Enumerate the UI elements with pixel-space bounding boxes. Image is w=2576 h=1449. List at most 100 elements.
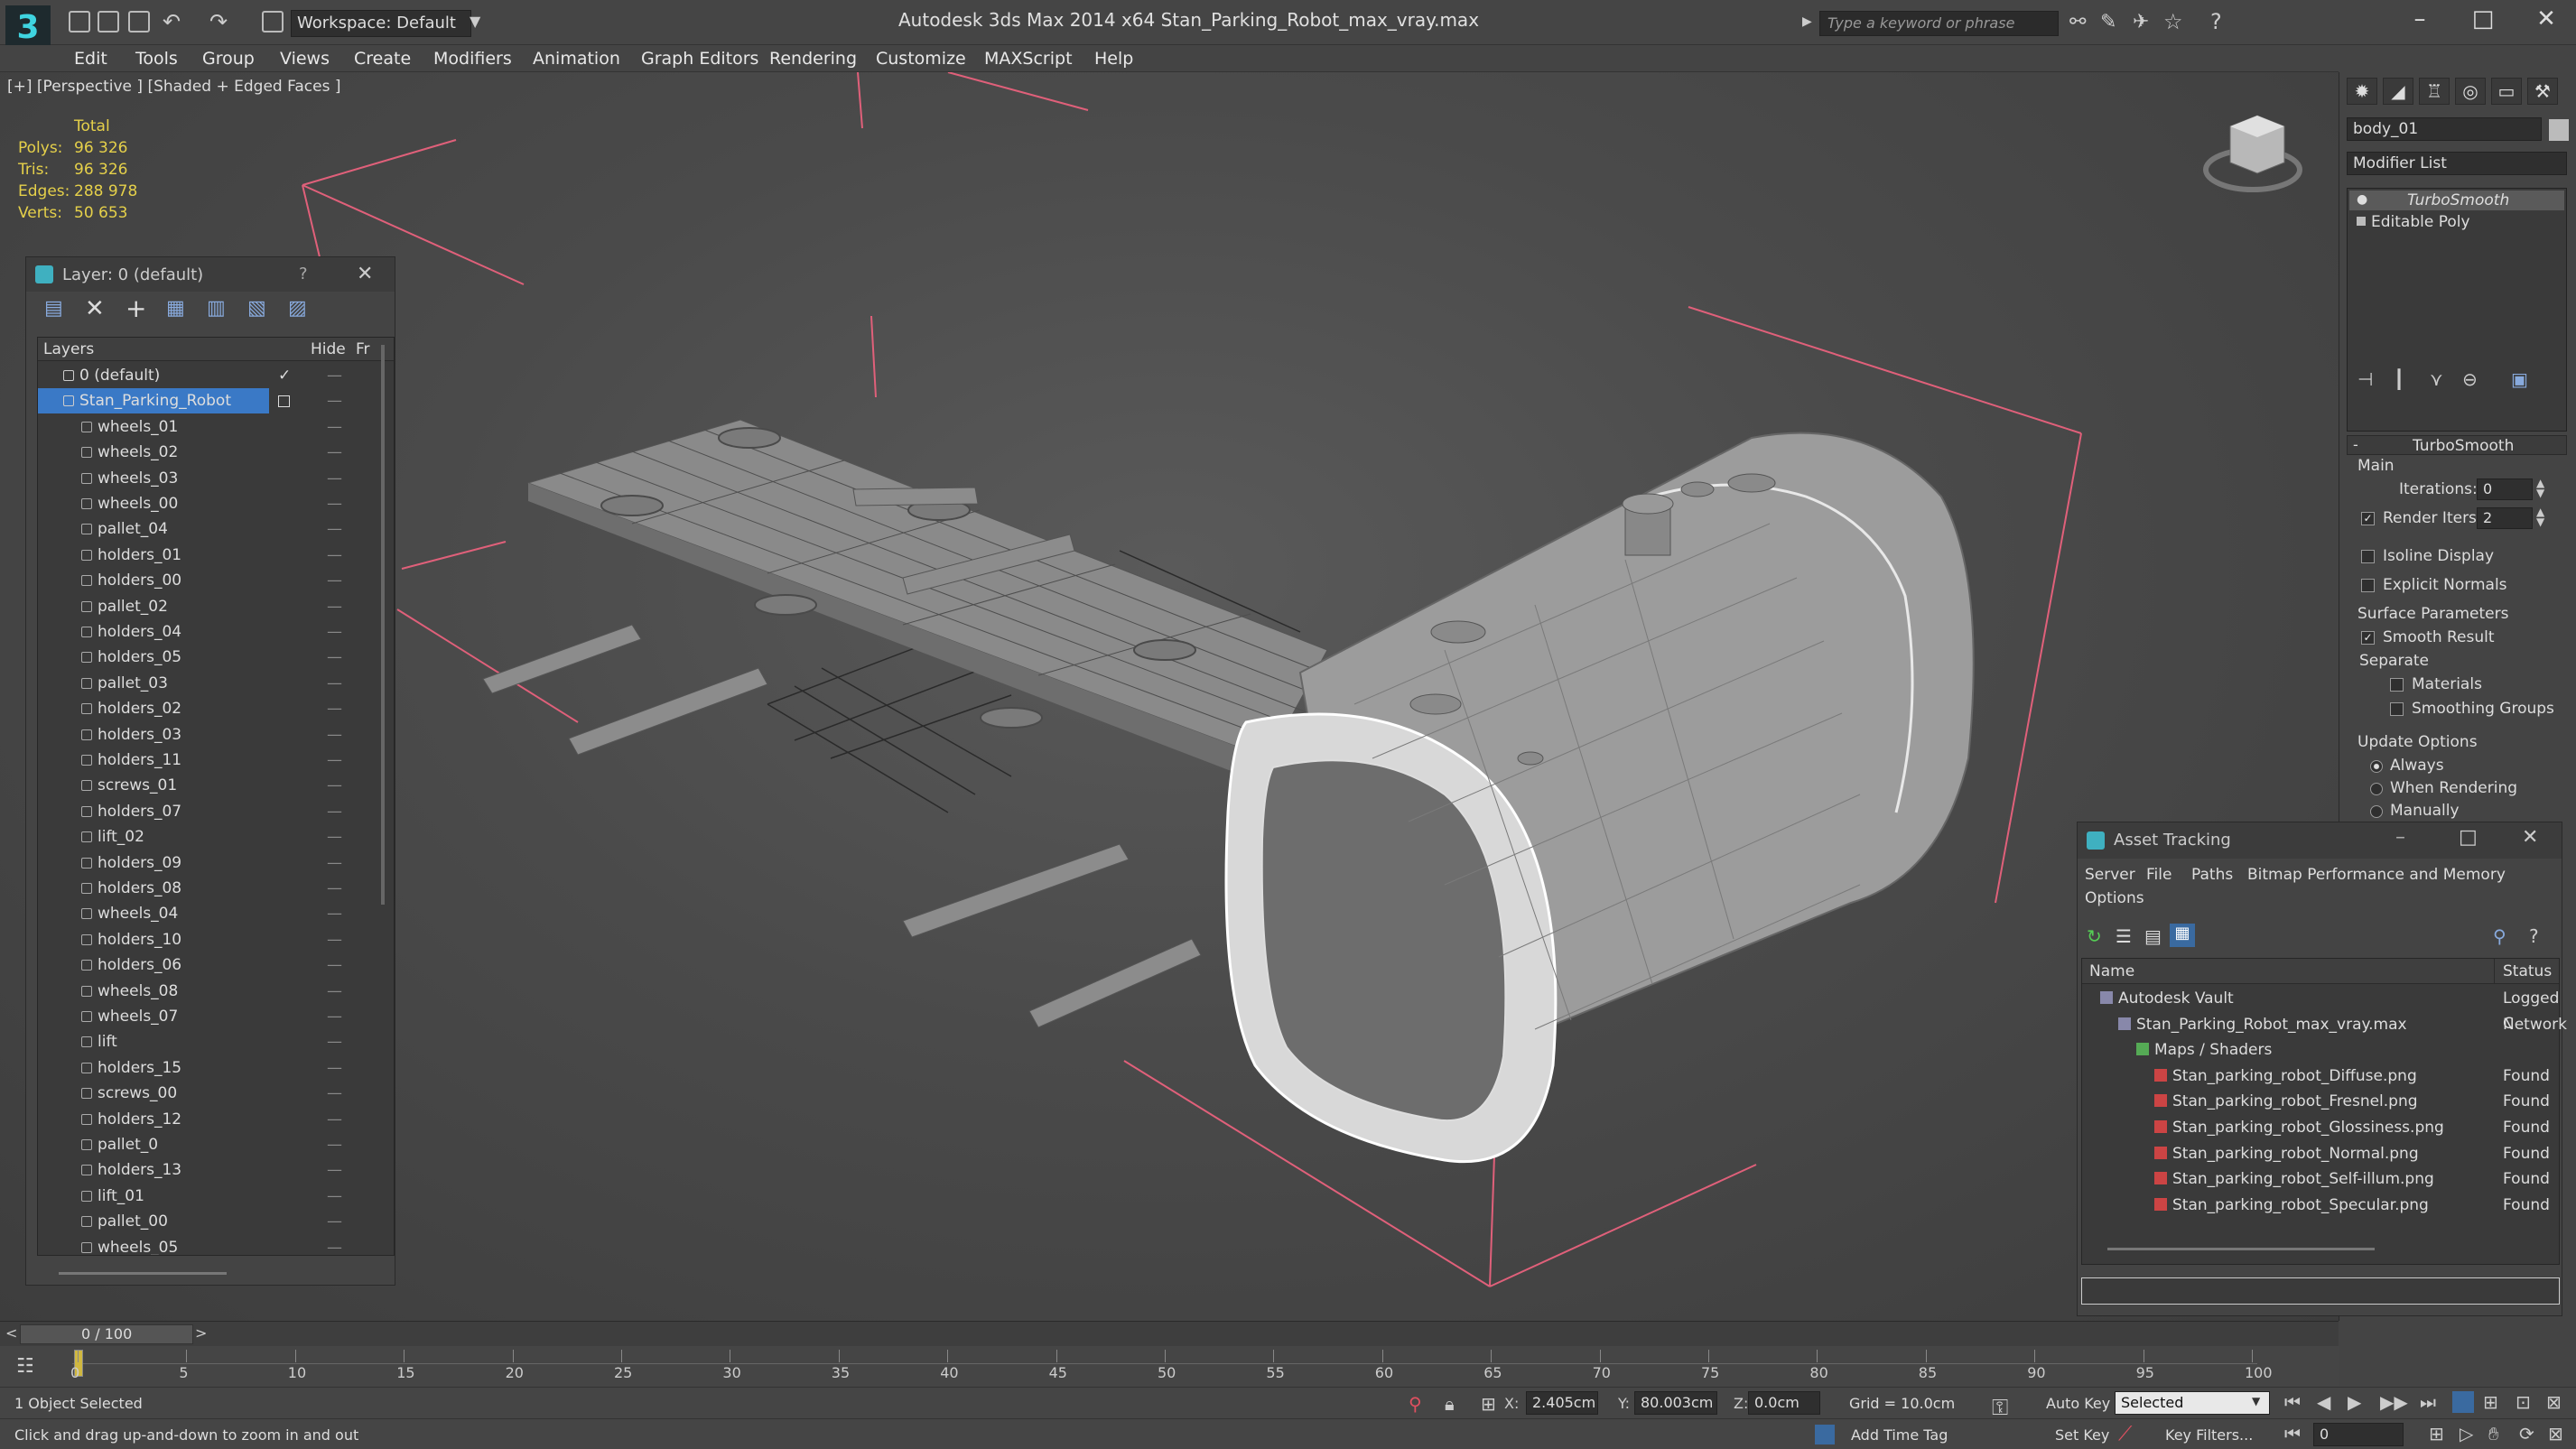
hide-toggle[interactable]: —	[327, 1235, 342, 1255]
close-icon[interactable]: ✕	[2522, 826, 2538, 849]
key-filters-button[interactable]: Key Filters...	[2165, 1426, 2253, 1444]
modify-tab-icon[interactable]: ◢	[2383, 78, 2413, 105]
hide-toggle[interactable]: —	[327, 516, 342, 542]
asset-tracking-header[interactable]: Asset Tracking – □ ✕	[2078, 822, 2562, 859]
hide-toggle[interactable]: —	[327, 824, 342, 850]
help-button[interactable]: ?	[299, 265, 308, 283]
lightbulb-icon[interactable]: ●	[2357, 192, 2367, 207]
hide-toggle[interactable]: —	[327, 1184, 342, 1209]
layer-row[interactable]: pallet_02 —	[38, 594, 372, 619]
asset-row[interactable]: Stan_parking_robot_Glossiness.png Found	[2082, 1115, 2564, 1140]
expand-search-icon[interactable]: ▶	[1802, 14, 1812, 29]
go-to-end-icon[interactable]: ⏭	[2420, 1391, 2436, 1413]
layer-row[interactable]: holders_03 —	[38, 722, 372, 748]
layer-row[interactable]: lift —	[38, 1029, 372, 1054]
chevron-down-icon[interactable]: ▼	[2252, 1395, 2260, 1407]
active-layer-box-icon[interactable]	[278, 395, 290, 408]
close-icon[interactable]: ✕	[2528, 5, 2564, 33]
menu-maxscript[interactable]: MAXScript	[984, 49, 1073, 69]
menu-tools[interactable]: Tools	[135, 49, 178, 69]
layer-row[interactable]: wheels_08 —	[38, 979, 372, 1004]
hide-toggle[interactable]: —	[327, 799, 342, 824]
layer-row[interactable]: holders_04 —	[38, 619, 372, 645]
maximize-toggle-icon[interactable]: ⊠	[2548, 1423, 2563, 1444]
set-key-button[interactable]: Set Key	[2055, 1426, 2109, 1444]
hide-toggle[interactable]: —	[327, 876, 342, 901]
layer-row[interactable]: holders_02 —	[38, 696, 372, 721]
show-end-result-icon[interactable]: ┃	[2394, 368, 2404, 390]
make-unique-icon[interactable]: ⋎	[2430, 368, 2443, 390]
layer-row[interactable]: holders_11 —	[38, 748, 372, 773]
hide-toggle[interactable]: —	[327, 1157, 342, 1183]
prev-frame-icon[interactable]: <	[5, 1324, 17, 1342]
menu-create[interactable]: Create	[354, 49, 411, 69]
hide-toggle[interactable]: —	[327, 363, 342, 388]
hide-toggle[interactable]: —	[327, 671, 342, 696]
layer-row[interactable]: wheels_05 —	[38, 1235, 372, 1255]
time-tag-icon[interactable]	[1815, 1425, 1835, 1444]
menu-group[interactable]: Group	[202, 49, 255, 69]
search-input[interactable]: Type a keyword or phrase	[1819, 11, 2059, 36]
menu-graph-editors[interactable]: Graph Editors	[641, 49, 758, 69]
communication-icon[interactable]: ✈	[2133, 11, 2149, 33]
col-hide[interactable]: Hide	[311, 340, 346, 358]
menu-animation[interactable]: Animation	[533, 49, 620, 69]
hide-toggle[interactable]: —	[327, 1081, 342, 1106]
layer-row[interactable]: holders_00 —	[38, 568, 372, 593]
configure-sets-icon[interactable]: ▣	[2511, 368, 2528, 390]
hide-toggle[interactable]: —	[327, 927, 342, 952]
turbosmooth-rollout-header[interactable]: - TurboSmooth	[2347, 435, 2567, 455]
zoom-icon[interactable]	[2452, 1391, 2474, 1413]
asset-row[interactable]: Autodesk Vault Logged C	[2082, 986, 2564, 1033]
viewport-label[interactable]: [+] [Perspective ] [Shaded + Edged Faces…	[7, 78, 340, 96]
horizontal-scrollbar[interactable]	[59, 1272, 227, 1275]
maximize-icon[interactable]: □	[2465, 5, 2501, 33]
z-coord-field[interactable]: 0.0cm	[1748, 1391, 1820, 1415]
menu-modifiers[interactable]: Modifiers	[433, 49, 512, 69]
layer-row[interactable]: wheels_01 —	[38, 414, 372, 440]
object-color-swatch[interactable]	[2549, 119, 2569, 141]
x-coord-field[interactable]: 2.405cm	[1526, 1391, 1598, 1415]
hide-toggle[interactable]: —	[327, 414, 342, 440]
table-view-icon[interactable]: ▤	[2144, 925, 2162, 947]
iterations-spinner[interactable]: 0	[2477, 478, 2533, 500]
hide-toggle[interactable]: —	[327, 952, 342, 978]
play-icon[interactable]: ▶	[2348, 1391, 2361, 1413]
hide-all-icon[interactable]: ▧	[247, 297, 266, 320]
spinner-arrows-icon[interactable]: ▲ ▼	[2536, 506, 2544, 527]
modifier-turbosmooth[interactable]: ● TurboSmooth	[2349, 190, 2564, 210]
layer-row[interactable]: pallet_00 —	[38, 1209, 372, 1234]
hide-toggle[interactable]: —	[327, 1132, 342, 1157]
menu-customize[interactable]: Customize	[876, 49, 966, 69]
close-icon[interactable]: ✕	[357, 263, 373, 285]
refresh-icon[interactable]: ↻	[2087, 925, 2102, 947]
render-iters-checkbox[interactable]: ✓	[2361, 512, 2375, 525]
add-to-layer-icon[interactable]: +	[126, 293, 146, 323]
remove-modifier-icon[interactable]: ⊖	[2462, 368, 2478, 390]
layer-row[interactable]: lift_02 —	[38, 824, 372, 850]
hide-toggle[interactable]: —	[327, 979, 342, 1004]
layer-row[interactable]: pallet_0 —	[38, 1132, 372, 1157]
menu-views[interactable]: Views	[280, 49, 330, 69]
col-status[interactable]: Status	[2503, 962, 2552, 980]
spinner-arrows-icon[interactable]: ▲ ▼	[2536, 478, 2544, 498]
hide-toggle[interactable]: —	[327, 1107, 342, 1132]
zoom-all-icon[interactable]: ⊞	[2483, 1391, 2498, 1413]
workspace-dropdown[interactable]: Workspace: Default	[291, 10, 471, 37]
delete-layer-icon[interactable]: ✕	[85, 295, 105, 322]
minimize-icon[interactable]: –	[2395, 826, 2405, 849]
asset-menu-paths[interactable]: Paths	[2191, 866, 2233, 884]
asset-menu-file[interactable]: File	[2146, 866, 2171, 884]
object-name-field[interactable]: body_01	[2347, 117, 2542, 141]
layer-row[interactable]: holders_08 —	[38, 876, 372, 901]
hide-toggle[interactable]: —	[327, 645, 342, 670]
layer-row[interactable]: wheels_00 —	[38, 491, 372, 516]
layer-row[interactable]: Stan_Parking_Robot —	[38, 388, 342, 414]
layer-scrollbar[interactable]	[381, 345, 385, 905]
layer-row[interactable]: holders_09 —	[38, 850, 372, 876]
hide-toggle[interactable]: —	[327, 568, 342, 593]
project-folder-icon[interactable]	[262, 11, 284, 33]
save-file-icon[interactable]	[128, 11, 150, 33]
hierarchy-tab-icon[interactable]: ♖	[2419, 78, 2450, 105]
redo-icon[interactable]: ↷	[209, 9, 228, 34]
